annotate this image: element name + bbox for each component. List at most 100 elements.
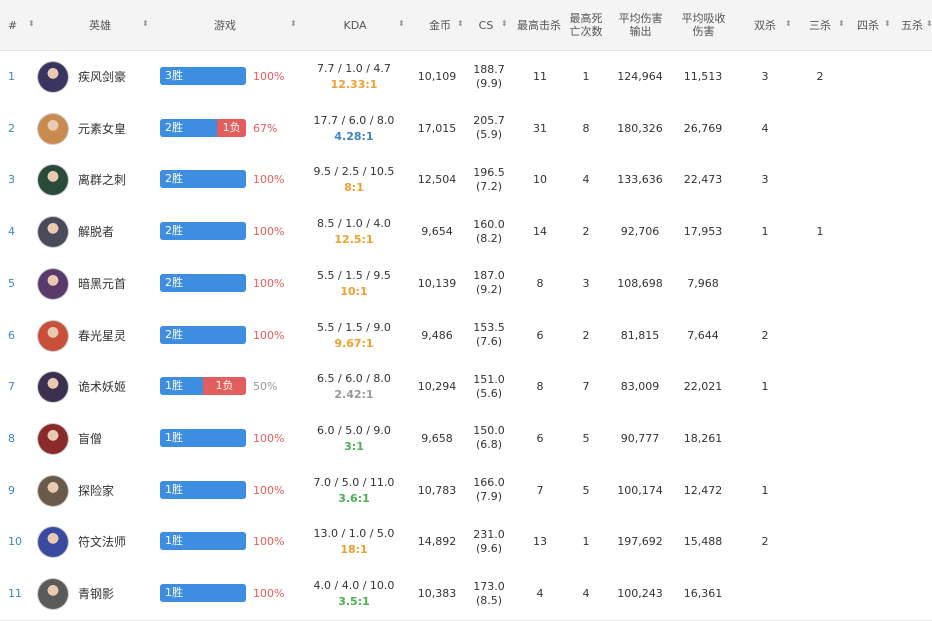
kda-line: 9.5 / 2.5 / 10.5 bbox=[313, 165, 395, 179]
hero-avatar[interactable] bbox=[38, 165, 68, 196]
table-row[interactable]: 9 探险家 1胜 100% 7.0 / 5.0 / 11.0 3.6:1 10,783 166… bbox=[0, 464, 932, 518]
header-cs[interactable]: CS bbox=[472, 0, 500, 50]
header-penta[interactable]: 五杀 bbox=[897, 0, 927, 50]
header-max-kills[interactable]: 最高击杀 bbox=[514, 0, 564, 50]
table-row[interactable]: 6 春光星灵 2胜 100% 5.5 / 1.5 / 9.0 9.67:1 9,486 153… bbox=[0, 309, 932, 363]
table-row[interactable]: 1 疾风剑豪 3胜 100% 7.7 / 1.0 / 4.7 12.33:1 10,109 1… bbox=[0, 51, 932, 104]
table-row[interactable]: 8 盲僧 1胜 100% 6.0 / 5.0 / 9.0 3:1 9,658 150.0 (6.… bbox=[0, 412, 932, 466]
gold-cell: 9,486 bbox=[421, 328, 453, 342]
win-loss-bar: 1胜 bbox=[160, 480, 246, 499]
hero-avatar[interactable] bbox=[38, 62, 68, 92]
table-row[interactable]: 11 青钢影 1胜 100% 4.0 / 4.0 / 10.0 3.5:1 10,383 17… bbox=[0, 568, 932, 621]
hero-avatar[interactable] bbox=[38, 320, 68, 351]
kda-line: 5.5 / 1.5 / 9.0 bbox=[317, 320, 391, 334]
kda-line: 6.5 / 6.0 / 8.0 bbox=[317, 372, 391, 386]
header-hero-label: 英雄 bbox=[89, 18, 111, 32]
hero-name[interactable]: 盲僧 bbox=[78, 413, 148, 464]
avg-damage-cell: 180,326 bbox=[617, 121, 663, 135]
header-rank[interactable]: # bbox=[8, 0, 22, 50]
sort-icon[interactable]: ⬍ bbox=[926, 19, 932, 28]
hero-avatar[interactable] bbox=[38, 268, 68, 299]
sort-icon[interactable]: ⬍ bbox=[884, 19, 891, 28]
header-triple[interactable]: 三杀 bbox=[805, 0, 835, 50]
max-deaths-cell: 4 bbox=[582, 173, 590, 187]
cs-per-min: (9.6) bbox=[475, 541, 503, 555]
rank-cell: 8 bbox=[8, 431, 15, 445]
avg-taken-cell: 7,644 bbox=[687, 328, 719, 342]
win-rate: 67% bbox=[253, 121, 278, 135]
table-row[interactable]: 3 离群之刺 2胜 100% 9.5 / 2.5 / 10.5 8:1 12,504 196.… bbox=[0, 154, 932, 208]
avg-damage-cell: 124,964 bbox=[617, 70, 663, 83]
cs-value: 150.0 bbox=[473, 424, 505, 438]
header-double[interactable]: 双杀 bbox=[750, 0, 780, 50]
gold-cell: 10,139 bbox=[417, 276, 457, 290]
wins-segment: 2胜 bbox=[160, 222, 246, 241]
double-kill-cell: 1 bbox=[761, 225, 769, 239]
header-games[interactable]: 游戏 bbox=[205, 0, 245, 50]
hero-name[interactable]: 元素女皇 bbox=[78, 103, 148, 154]
sort-icon[interactable]: ⬍ bbox=[838, 19, 845, 28]
wins-segment: 1胜 bbox=[160, 480, 246, 499]
header-max-deaths[interactable]: 最高死 亡次数 bbox=[565, 0, 607, 50]
hero-avatar[interactable] bbox=[38, 579, 68, 609]
hero-name[interactable]: 暗黑元首 bbox=[78, 258, 148, 309]
header-gold[interactable]: 金币 bbox=[420, 0, 460, 50]
hero-avatar[interactable] bbox=[38, 217, 68, 248]
triple-kill-cell bbox=[805, 516, 835, 567]
rank-cell: 2 bbox=[8, 121, 15, 135]
hero-name[interactable]: 疾风剑豪 bbox=[78, 51, 148, 102]
max-kills-cell: 8 bbox=[536, 380, 544, 394]
hero-avatar[interactable] bbox=[38, 423, 68, 454]
header-kda[interactable]: KDA bbox=[335, 0, 375, 50]
table-row[interactable]: 7 诡术妖姬 1胜 1负 50% 6.5 / 6.0 / 8.0 2.42:1 10,294 1… bbox=[0, 361, 932, 415]
table-row[interactable]: 5 暗黑元首 2胜 100% 5.5 / 1.5 / 9.5 10:1 10,139 187.… bbox=[0, 257, 932, 311]
max-kills-cell: 14 bbox=[533, 225, 547, 239]
hero-avatar[interactable] bbox=[38, 113, 68, 144]
hero-name[interactable]: 解脱者 bbox=[78, 206, 148, 257]
sort-icon[interactable]: ⬍ bbox=[290, 19, 297, 28]
table-row[interactable]: 4 解脱者 2胜 100% 8.5 / 1.0 / 4.0 12.5:1 9,654 160.… bbox=[0, 206, 932, 260]
win-loss-bar: 1胜 1负 bbox=[160, 377, 246, 396]
hero-name[interactable]: 探险家 bbox=[78, 465, 148, 516]
gold-cell: 9,654 bbox=[421, 225, 453, 239]
sort-icon[interactable]: ⬍ bbox=[785, 19, 792, 28]
triple-kill-cell bbox=[805, 361, 835, 412]
table-row[interactable]: 10 符文法师 1胜 100% 13.0 / 1.0 / 5.0 18:1 14,892 23… bbox=[0, 516, 932, 570]
rank-cell: 6 bbox=[8, 328, 15, 342]
sort-icon[interactable]: ⬍ bbox=[457, 19, 464, 28]
kda-cell: 4.0 / 4.0 / 10.0 3.5:1 bbox=[310, 568, 398, 619]
table-row[interactable]: 2 元素女皇 2胜 1负 67% 17.7 / 6.0 / 8.0 4.28:1 17,015… bbox=[0, 102, 932, 156]
hero-name[interactable]: 青钢影 bbox=[78, 568, 148, 619]
header-quadra-label: 四杀 bbox=[857, 18, 879, 32]
hero-name[interactable]: 春光星灵 bbox=[78, 310, 148, 361]
header-avg-taken[interactable]: 平均吸收 伤害 bbox=[676, 0, 731, 50]
header-avg-damage[interactable]: 平均伤害 输出 bbox=[613, 0, 668, 50]
sort-icon[interactable]: ⬍ bbox=[142, 19, 149, 28]
hero-avatar[interactable] bbox=[38, 527, 68, 558]
sort-icon[interactable]: ⬍ bbox=[501, 19, 508, 28]
win-rate: 100% bbox=[253, 70, 285, 83]
kda-ratio: 8:1 bbox=[344, 181, 364, 195]
sort-icon[interactable]: ⬍ bbox=[398, 19, 405, 28]
sort-icon[interactable]: ⬍ bbox=[28, 19, 35, 28]
avg-damage-cell: 108,698 bbox=[617, 276, 663, 290]
double-kill-cell: 3 bbox=[761, 173, 769, 187]
rank-cell: 11 bbox=[8, 587, 22, 600]
gold-cell: 17,015 bbox=[417, 121, 457, 135]
kda-line: 6.0 / 5.0 / 9.0 bbox=[317, 423, 391, 437]
header-quadra[interactable]: 四杀 bbox=[853, 0, 883, 50]
hero-avatar[interactable] bbox=[38, 372, 68, 403]
hero-name[interactable]: 离群之刺 bbox=[78, 154, 148, 205]
wins-segment: 2胜 bbox=[160, 325, 246, 344]
kda-ratio: 18:1 bbox=[340, 543, 368, 557]
cs-value: 205.7 bbox=[473, 114, 505, 128]
hero-avatar[interactable] bbox=[38, 475, 68, 506]
max-kills-cell: 11 bbox=[533, 70, 547, 83]
penta-kill-cell bbox=[897, 361, 927, 412]
hero-name[interactable]: 符文法师 bbox=[78, 516, 148, 567]
header-hero[interactable]: 英雄 bbox=[80, 0, 120, 50]
hero-name[interactable]: 诡术妖姬 bbox=[78, 361, 148, 412]
cs-value: 151.0 bbox=[473, 372, 505, 386]
cs-cell: 188.7 (9.9) bbox=[468, 51, 510, 102]
win-loss-bar: 3胜 bbox=[160, 67, 246, 85]
